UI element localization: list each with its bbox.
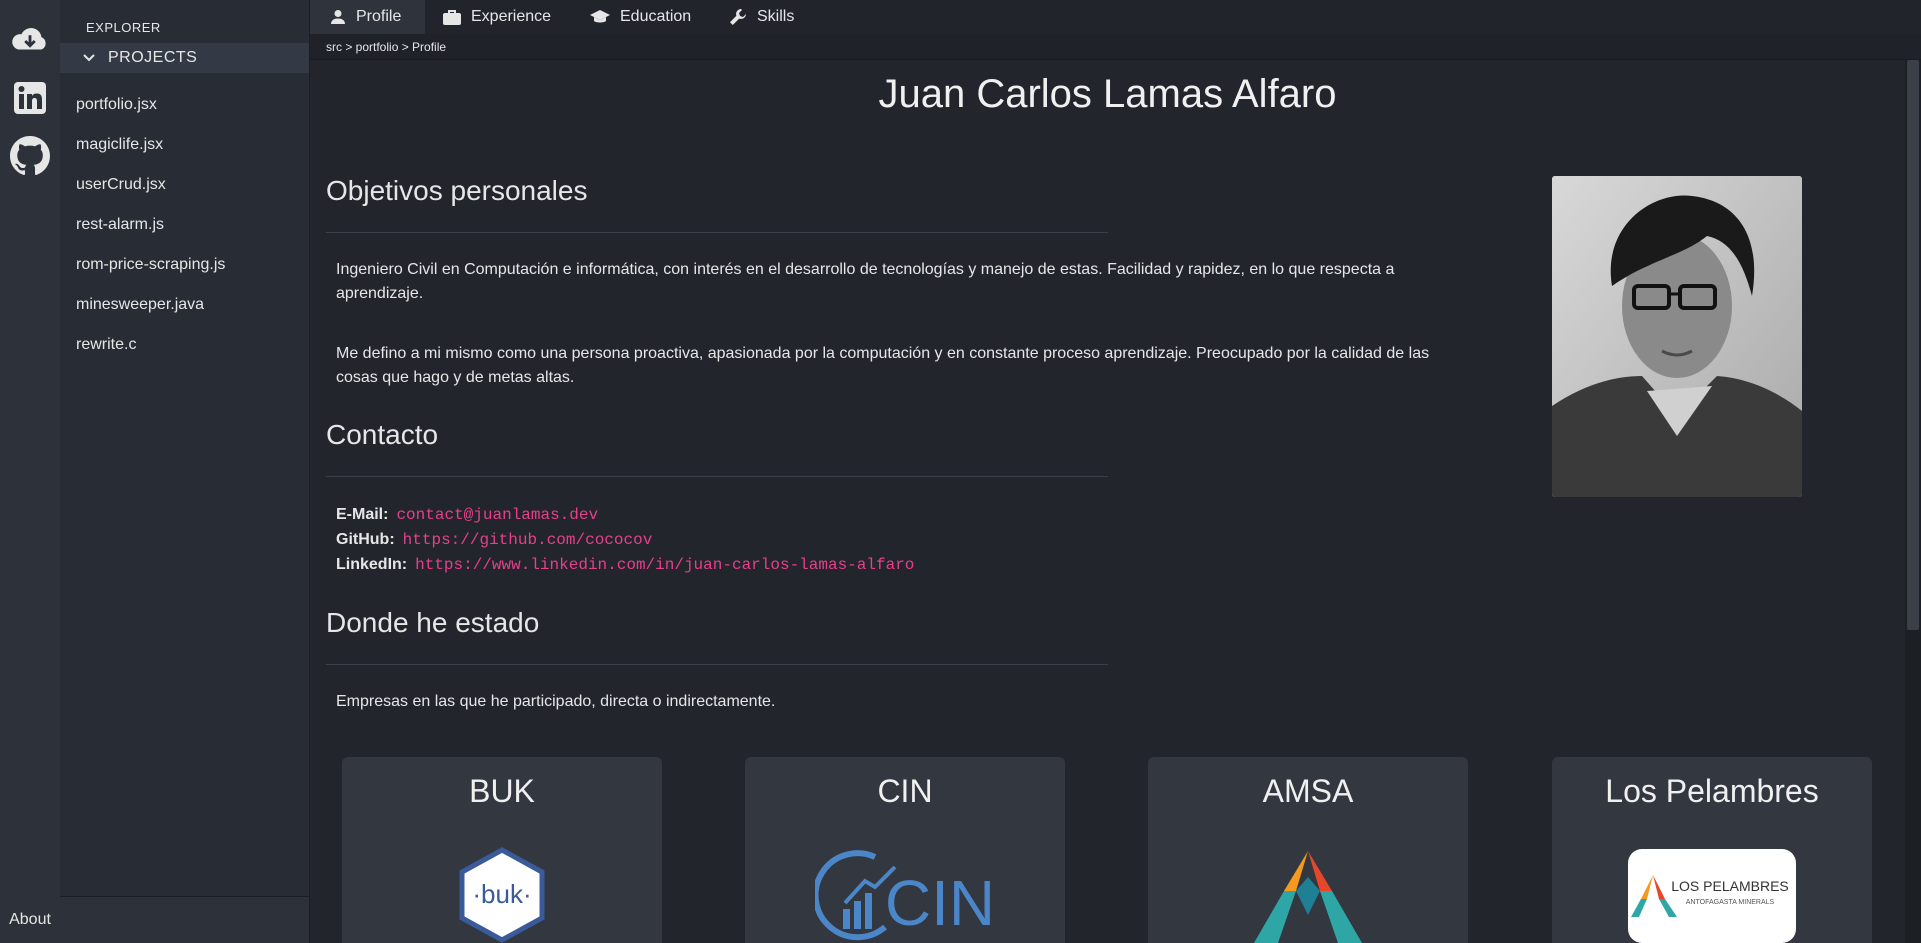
explorer-title: EXPLORER bbox=[86, 20, 161, 35]
contact-label: E-Mail: bbox=[336, 506, 389, 523]
projects-folder-label: PROJECTS bbox=[108, 49, 198, 66]
tab-label: Experience bbox=[471, 8, 552, 25]
file-item[interactable]: userCrud.jsx bbox=[76, 165, 225, 205]
about-button[interactable]: About bbox=[0, 897, 60, 943]
github-icon[interactable] bbox=[10, 136, 50, 176]
tab-profile[interactable]: Profile bbox=[310, 0, 425, 34]
company-name: AMSA bbox=[1262, 773, 1354, 809]
buk-logo-text: ·buk· bbox=[472, 879, 531, 909]
chevron-down-icon bbox=[83, 54, 95, 62]
tab-label: Skills bbox=[757, 8, 795, 25]
briefcase-icon bbox=[443, 10, 461, 25]
contact-label: LinkedIn: bbox=[336, 556, 408, 573]
objectives-paragraph: Me defino a mi mismo como una persona pr… bbox=[336, 345, 1430, 386]
amsa-logo bbox=[1148, 847, 1468, 943]
contact-linkedin-row: LinkedIn: https://www.linkedin.com/in/ju… bbox=[336, 553, 914, 577]
tab-skills[interactable]: Skills bbox=[729, 0, 794, 34]
company-card[interactable]: CIN CIN bbox=[745, 757, 1065, 943]
tab-education[interactable]: Education bbox=[590, 0, 691, 34]
activity-bar: About bbox=[0, 0, 61, 943]
cloud-download-icon[interactable] bbox=[10, 20, 50, 60]
linkedin-icon[interactable] bbox=[10, 78, 50, 118]
company-card[interactable]: BUK ·buk· bbox=[342, 757, 662, 943]
divider bbox=[326, 476, 1108, 477]
company-name: CIN bbox=[877, 773, 933, 809]
file-item[interactable]: minesweeper.java bbox=[76, 285, 225, 325]
where-description: Empresas en las que he participado, dire… bbox=[336, 693, 776, 710]
explorer-panel: EXPLORER PROJECTS portfolio.jsx magiclif… bbox=[60, 0, 310, 943]
tab-label: Profile bbox=[356, 8, 402, 25]
contact-label: GitHub: bbox=[336, 531, 395, 548]
contact-github-row: GitHub: https://github.com/cococov bbox=[336, 528, 652, 552]
company-card[interactable]: AMSA bbox=[1148, 757, 1468, 943]
company-card[interactable]: Los Pelambres LOS PELAMBRES ANTOFAGASTA … bbox=[1552, 757, 1872, 943]
divider bbox=[326, 232, 1108, 233]
contact-email-row: E-Mail: contact@juanlamas.dev bbox=[336, 503, 598, 527]
tab-bar: Profile Experience Education Skills bbox=[310, 0, 1921, 34]
linkedin-link[interactable]: https://www.linkedin.com/in/juan-carlos-… bbox=[415, 556, 914, 574]
profile-photo bbox=[1552, 176, 1802, 497]
explorer-footer bbox=[60, 896, 309, 943]
github-link[interactable]: https://github.com/cococov bbox=[403, 531, 653, 549]
profile-content: Juan Carlos Lamas Alfaro Objetivos perso… bbox=[310, 60, 1905, 943]
wrench-icon bbox=[730, 9, 746, 25]
section-title-contact: Contacto bbox=[326, 419, 439, 450]
file-item[interactable]: portfolio.jsx bbox=[76, 85, 225, 125]
tab-label: Education bbox=[620, 8, 692, 25]
file-item[interactable]: rewrite.c bbox=[76, 325, 225, 365]
page-title: Juan Carlos Lamas Alfaro bbox=[878, 72, 1337, 116]
cin-logo: CIN bbox=[745, 847, 1065, 943]
divider bbox=[326, 664, 1108, 665]
buk-logo: ·buk· bbox=[342, 847, 662, 943]
file-list: portfolio.jsx magiclife.jsx userCrud.jsx… bbox=[76, 85, 225, 365]
los-pelambres-logo-subtext: ANTOFAGASTA MINERALS bbox=[1686, 899, 1775, 906]
projects-folder-header[interactable]: PROJECTS bbox=[60, 43, 309, 73]
email-link[interactable]: contact@juanlamas.dev bbox=[396, 506, 598, 524]
graduation-cap-icon bbox=[590, 10, 610, 23]
breadcrumb: src > portfolio > Profile bbox=[310, 34, 1921, 60]
person-icon bbox=[331, 10, 345, 24]
scrollbar-thumb[interactable] bbox=[1907, 60, 1919, 630]
los-pelambres-logo-text: LOS PELAMBRES bbox=[1671, 878, 1789, 894]
tab-experience[interactable]: Experience bbox=[443, 0, 551, 34]
los-pelambres-logo: LOS PELAMBRES ANTOFAGASTA MINERALS bbox=[1552, 847, 1872, 943]
objectives-paragraph: Ingeniero Civil en Computación e informá… bbox=[336, 261, 1395, 302]
file-item[interactable]: rom-price-scraping.js bbox=[76, 245, 225, 285]
company-name: Los Pelambres bbox=[1605, 773, 1819, 809]
file-item[interactable]: magiclife.jsx bbox=[76, 125, 225, 165]
section-title-objectives: Objetivos personales bbox=[326, 175, 588, 206]
file-item[interactable]: rest-alarm.js bbox=[76, 205, 225, 245]
company-name: BUK bbox=[469, 773, 535, 809]
section-title-where: Donde he estado bbox=[326, 607, 540, 638]
cin-logo-text: CIN bbox=[885, 867, 995, 939]
